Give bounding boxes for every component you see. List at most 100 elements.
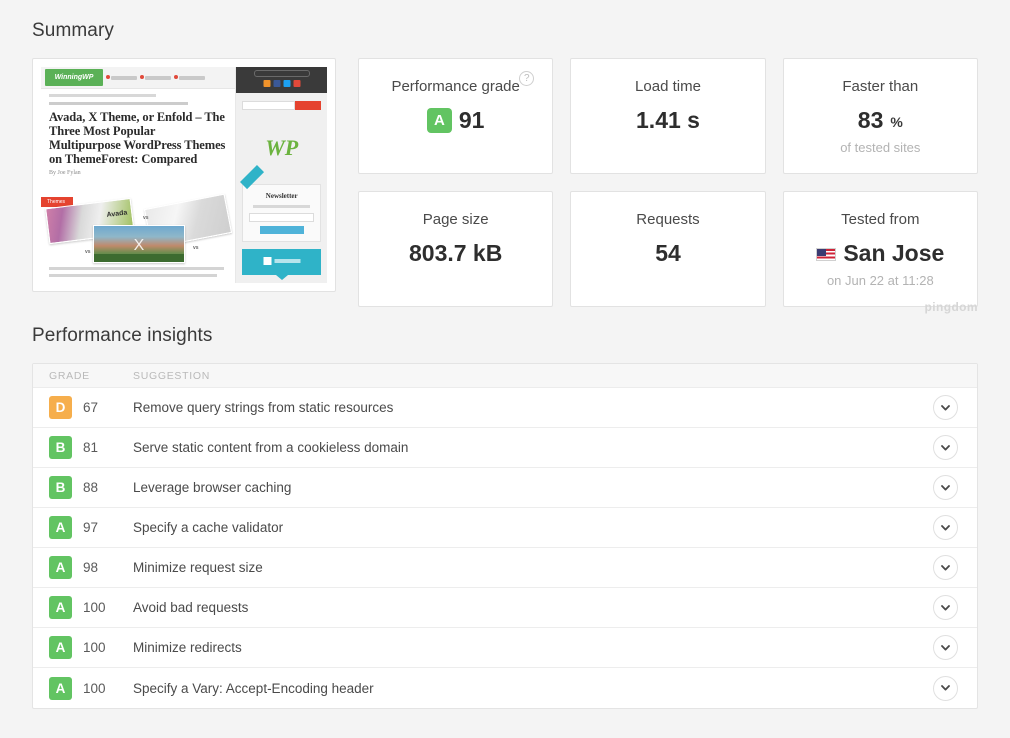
thumbnail-sidebar-header [236, 67, 327, 93]
row-grade-score: 97 [83, 520, 98, 535]
load-time-value: 1.41 s [636, 107, 700, 134]
table-row[interactable]: A100Avoid bad requests [33, 588, 977, 628]
tested-from-value-row: San Jose [816, 240, 944, 267]
thumbnail-article: Avada, X Theme, or Enfold – The Three Mo… [41, 89, 235, 176]
thumbnail-subscribe-button [260, 226, 304, 234]
tested-from-city: San Jose [843, 240, 944, 267]
row-grade-score: 100 [83, 640, 106, 655]
row-grade-score: 98 [83, 560, 98, 575]
tested-from-card: Tested from San Jose on Jun 22 at 11:28 [783, 191, 978, 307]
faster-than-value-row: 83 % [858, 107, 903, 134]
thumbnail-shot-xtheme [93, 225, 185, 263]
table-row[interactable]: B 81 Serve static content from a cookieles… [33, 428, 977, 468]
chevron-down-icon[interactable] [933, 435, 958, 460]
table-row[interactable]: A 100 Minimize redirects [33, 628, 977, 668]
row-suggestion: Avoid bad requests [133, 600, 913, 615]
load-time-label: Load time [635, 78, 701, 96]
chevron-down-icon[interactable] [933, 635, 958, 660]
chevron-down-icon[interactable] [933, 555, 958, 580]
thumbnail-meta-line [49, 102, 188, 105]
performance-grade-label: Performance grade [391, 78, 519, 96]
requests-card: Requests 54 [570, 191, 765, 307]
table-header-row: GRADE SUGGESTION [33, 364, 977, 388]
row-suggestion: Specify a cache validator [133, 520, 913, 535]
thumbnail-vs-label-1: vs [143, 215, 149, 221]
row-grade-badge: B [49, 436, 72, 459]
page-size-value: 803.7 kB [409, 240, 502, 267]
row-grade-badge: B [49, 476, 72, 499]
help-circle-icon[interactable]: ? [519, 71, 534, 86]
thumbnail-search-box [242, 101, 321, 110]
row-grade-badge: A [49, 636, 72, 659]
thumbnail-navbar: WinningWP [41, 67, 235, 89]
thumbnail-newsletter-box: Newsletter [242, 184, 321, 242]
pingdom-watermark: pingdom [925, 300, 978, 314]
requests-label: Requests [636, 211, 699, 229]
thumbnail-site-logo: WinningWP [45, 69, 103, 86]
row-grade-badge: A [49, 556, 72, 579]
summary-heading: Summary [32, 0, 978, 44]
performance-grade-badge: A [427, 108, 452, 133]
performance-insights-table: GRADE SUGGESTION D67Remove query strings… [32, 363, 978, 709]
row-grade-score: 100 [83, 681, 106, 696]
row-toggle-cell [913, 435, 977, 460]
table-row[interactable]: D67Remove query strings from static reso… [33, 388, 977, 428]
thumbnail-page-sidebar: WP Newsletter [235, 67, 327, 283]
performance-grade-value-row: A 91 [427, 107, 485, 134]
chevron-down-icon[interactable] [933, 395, 958, 420]
row-toggle-cell [913, 515, 977, 540]
column-header-grade: GRADE [33, 370, 133, 382]
site-thumbnail-image: WinningWP Avada, X Theme, or Enfold – Th… [41, 67, 327, 283]
row-grade-cell: A 98 [33, 556, 133, 579]
thumbnail-email-input [249, 213, 314, 222]
thumbnail-headline: Avada, X Theme, or Enfold – The Three Mo… [49, 110, 227, 166]
summary-section: WinningWP Avada, X Theme, or Enfold – Th… [32, 58, 978, 307]
table-row[interactable]: B88Leverage browser caching [33, 468, 977, 508]
chevron-down-icon[interactable] [933, 676, 958, 701]
row-grade-score: 81 [83, 440, 98, 455]
row-toggle-cell [913, 595, 977, 620]
thumbnail-body-text [49, 267, 224, 281]
row-grade-cell: A97 [33, 516, 133, 539]
row-suggestion: Minimize request size [133, 560, 913, 575]
row-suggestion: Remove query strings from static resourc… [133, 400, 913, 415]
thumbnail-sidebar-ad [242, 249, 321, 275]
chevron-down-icon[interactable] [933, 595, 958, 620]
row-toggle-cell [913, 676, 977, 701]
thumbnail-vs-label-3: vs [85, 249, 91, 255]
chevron-down-icon[interactable] [933, 515, 958, 540]
us-flag-icon [816, 248, 836, 261]
thumbnail-page-main: WinningWP Avada, X Theme, or Enfold – Th… [41, 67, 235, 283]
row-suggestion: Specify a Vary: Accept-Encoding header [133, 681, 913, 696]
row-grade-cell: A100 [33, 596, 133, 619]
faster-than-percent: 83 [858, 107, 884, 134]
performance-insights-heading: Performance insights [32, 307, 978, 349]
chevron-down-icon[interactable] [933, 475, 958, 500]
table-row[interactable]: A 98 Minimize request size [33, 548, 977, 588]
row-toggle-cell [913, 395, 977, 420]
site-thumbnail-card[interactable]: WinningWP Avada, X Theme, or Enfold – Th… [32, 58, 336, 292]
page-size-label: Page size [423, 211, 489, 229]
table-row[interactable]: A 100 Specify a Vary: Accept-Encoding head… [33, 668, 977, 708]
row-grade-cell: B 81 [33, 436, 133, 459]
row-toggle-cell [913, 555, 977, 580]
load-time-card: Load time 1.41 s [570, 58, 765, 174]
faster-than-unit: % [890, 109, 902, 136]
page-size-card: Page size 803.7 kB [358, 191, 553, 307]
faster-than-sub: of tested sites [840, 140, 920, 156]
row-suggestion: Minimize redirects [133, 640, 913, 655]
row-grade-score: 88 [83, 480, 98, 495]
row-grade-badge: A [49, 677, 72, 700]
metric-cards-grid: ? Performance grade A 91 Load time 1.41 … [358, 58, 978, 307]
thumbnail-hosting-pill [254, 70, 310, 77]
tested-from-label: Tested from [841, 211, 919, 229]
column-header-suggestion: SUGGESTION [133, 370, 977, 382]
performance-grade-card: ? Performance grade A 91 [358, 58, 553, 174]
thumbnail-newsletter-title: Newsletter [249, 192, 314, 200]
row-grade-badge: A [49, 596, 72, 619]
thumbnail-byline: By Joe Fylan [49, 170, 227, 176]
table-row[interactable]: A97Specify a cache validator [33, 508, 977, 548]
row-suggestion: Serve static content from a cookieless d… [133, 440, 913, 455]
faster-than-label: Faster than [842, 78, 918, 96]
thumbnail-nav-links [111, 76, 205, 80]
